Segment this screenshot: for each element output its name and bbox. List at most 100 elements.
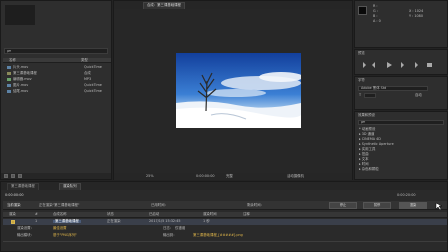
- item-name: 结尾.mov: [13, 89, 29, 93]
- tab-render-queue[interactable]: 渲染队列: [59, 183, 81, 190]
- effects-item[interactable]: ▸ Synthetic Aperture: [359, 142, 394, 146]
- effects-item[interactable]: ▸ 实用工具: [359, 147, 375, 151]
- new-comp-icon[interactable]: [11, 174, 15, 178]
- audio-icon: [7, 78, 11, 81]
- viewer-timecode[interactable]: 0:00:00:00: [196, 174, 215, 178]
- play-icon: [387, 62, 392, 68]
- font-size-field[interactable]: [364, 93, 376, 98]
- search-icon: ρ▾: [7, 49, 11, 53]
- first-frame-icon: [363, 62, 366, 68]
- output-to-label: 输出到：: [163, 233, 177, 237]
- item-name: 编辑器.mov: [13, 77, 32, 81]
- project-item[interactable]: 第三课基础课程 合成: [4, 71, 114, 76]
- col-render[interactable]: 渲染: [9, 212, 16, 216]
- elapsed-label: 已用时间：: [151, 203, 168, 207]
- col-status[interactable]: 状态: [107, 212, 114, 216]
- render-status-bar: 当前渲染 正在渲染"第三课基础课程" 已用时间： 剩余时间： 停止 暂停 渲染: [3, 201, 447, 210]
- item-type: MP3: [84, 77, 92, 81]
- tab-comp-timeline[interactable]: 第三课基础课程: [7, 183, 39, 190]
- queue-row-started: 2017/1/5 15:32:45: [149, 219, 181, 223]
- current-render-label: 当前渲染: [7, 203, 21, 207]
- project-item[interactable]: 片头.mov QuickTime: [4, 65, 114, 70]
- zoom-select[interactable]: 25%: [146, 174, 154, 178]
- camera-select[interactable]: 活动摄像机: [287, 174, 304, 178]
- timeline-panel: 第三课基础课程 渲染队列 0:00:00:00 0:00:20:00 当前渲染 …: [0, 181, 448, 252]
- render-checkbox[interactable]: [11, 220, 15, 224]
- render-settings-label: 渲染设置：: [17, 226, 34, 230]
- font-select[interactable]: Adobe 黑体 Std: [358, 86, 428, 91]
- timeline-tabbar: 第三课基础课程 渲染队列: [1, 182, 447, 190]
- item-name: 第三课基础课程: [13, 71, 37, 75]
- effects-item[interactable]: ▸ 3D 通道: [359, 132, 374, 136]
- info-y: Y : 1080: [409, 14, 423, 18]
- render-button[interactable]: 渲染: [399, 202, 427, 209]
- log-label: 日志：: [163, 226, 174, 230]
- info-x: X : 1024: [409, 9, 424, 13]
- character-title: 字符: [358, 78, 365, 82]
- pause-button[interactable]: 暂停: [363, 202, 391, 209]
- tab-composition[interactable]: 合成：第三课基础课程: [143, 2, 185, 9]
- info-b: B :: [373, 14, 378, 18]
- composition-viewer: 合成：第三课基础课程 25% 0:00:00:00 完整 活动摄像机: [113, 0, 353, 180]
- log-value[interactable]: 仅错误: [175, 226, 185, 230]
- effects-item[interactable]: * 动画预设: [359, 127, 375, 131]
- effects-panel: 效果和预设 ρ▾ * 动画预设 ▸ 3D 通道 ▸ CINEMA 4D ▸ Sy…: [354, 111, 448, 180]
- info-g: G :: [373, 9, 378, 13]
- render-settings-value[interactable]: 最佳设置: [53, 226, 67, 230]
- info-r: R :: [373, 4, 378, 8]
- audio-icon: [427, 63, 432, 67]
- mouse-cursor-icon: [435, 202, 443, 210]
- search-icon: ρ▾: [361, 120, 365, 124]
- font-name: Adobe 黑体 Std: [361, 86, 387, 90]
- last-frame-icon: [415, 62, 418, 68]
- column-name[interactable]: 名称: [9, 58, 16, 62]
- item-type: QuickTime: [84, 65, 102, 69]
- playback-controls[interactable]: [361, 61, 441, 69]
- effects-search-input[interactable]: ρ▾: [358, 120, 444, 125]
- remaining-label: 剩余时间：: [247, 203, 264, 207]
- preview-title: 预览: [358, 51, 365, 55]
- output-to-value[interactable]: 第三课基础课程_[#####].png: [193, 233, 243, 237]
- leading-select[interactable]: 自动: [415, 93, 422, 97]
- trash-icon[interactable]: [18, 174, 22, 178]
- render-status: 正在渲染"第三课基础课程": [39, 203, 80, 207]
- composition-icon: [7, 72, 11, 75]
- project-item[interactable]: 结尾.mov QuickTime: [4, 89, 114, 94]
- footage-icon: [7, 84, 11, 87]
- output-module-row: 输出模块： 基于"PNG序列" 输出到： 第三课基础课程_[#####].png: [3, 233, 447, 239]
- queue-row[interactable]: 1 第三课基础课程 正在渲染 2017/1/5 15:32:45 1 秒: [3, 219, 447, 225]
- col-comment[interactable]: 注释: [243, 212, 250, 216]
- folder-icon[interactable]: [4, 174, 8, 178]
- project-item[interactable]: 编辑器.mov MP3: [4, 77, 114, 82]
- queue-row-number: 1: [35, 219, 38, 223]
- effects-item[interactable]: ▸ 时间: [359, 162, 369, 166]
- effects-item[interactable]: ▸ 杂色和颗粒: [359, 167, 379, 171]
- stop-button[interactable]: 停止: [329, 202, 357, 209]
- col-number[interactable]: #: [35, 212, 38, 216]
- next-frame-icon: [401, 62, 404, 68]
- project-panel: ρ▾ 名称 类型 片头.mov QuickTime 第三课基础课程 合成 编辑器…: [0, 0, 112, 180]
- queue-row-comp: 第三课基础课程: [53, 219, 81, 224]
- project-search-input[interactable]: ρ▾: [4, 48, 108, 54]
- col-started[interactable]: 已启动: [149, 212, 159, 216]
- item-name: 片头.mov: [13, 65, 29, 69]
- output-module-value[interactable]: 基于"PNG序列": [53, 233, 77, 237]
- timeline-timecode: 0:00:00:00: [5, 193, 24, 197]
- prev-frame-icon: [372, 62, 375, 68]
- col-render-time[interactable]: 渲染时间: [203, 212, 217, 216]
- project-item[interactable]: 图片.mov QuickTime: [4, 83, 114, 88]
- col-comp-name[interactable]: 合成名称: [53, 212, 67, 216]
- footage-icon: [7, 90, 11, 93]
- queue-row-status: 正在渲染: [107, 219, 121, 223]
- project-thumbnail: [5, 5, 35, 25]
- landscape-image: [176, 53, 301, 128]
- effects-item[interactable]: ▸ CINEMA 4D: [359, 137, 381, 141]
- resolution-select[interactable]: 完整: [226, 174, 233, 178]
- divider: [3, 241, 447, 242]
- font-size-label: T: [359, 93, 362, 97]
- column-type[interactable]: 类型: [81, 58, 88, 62]
- effects-item[interactable]: ▸ 扭曲: [359, 152, 369, 156]
- queue-row-time: 1 秒: [203, 219, 210, 223]
- item-type: 合成: [84, 71, 91, 75]
- effects-item[interactable]: ▸ 文本: [359, 157, 369, 161]
